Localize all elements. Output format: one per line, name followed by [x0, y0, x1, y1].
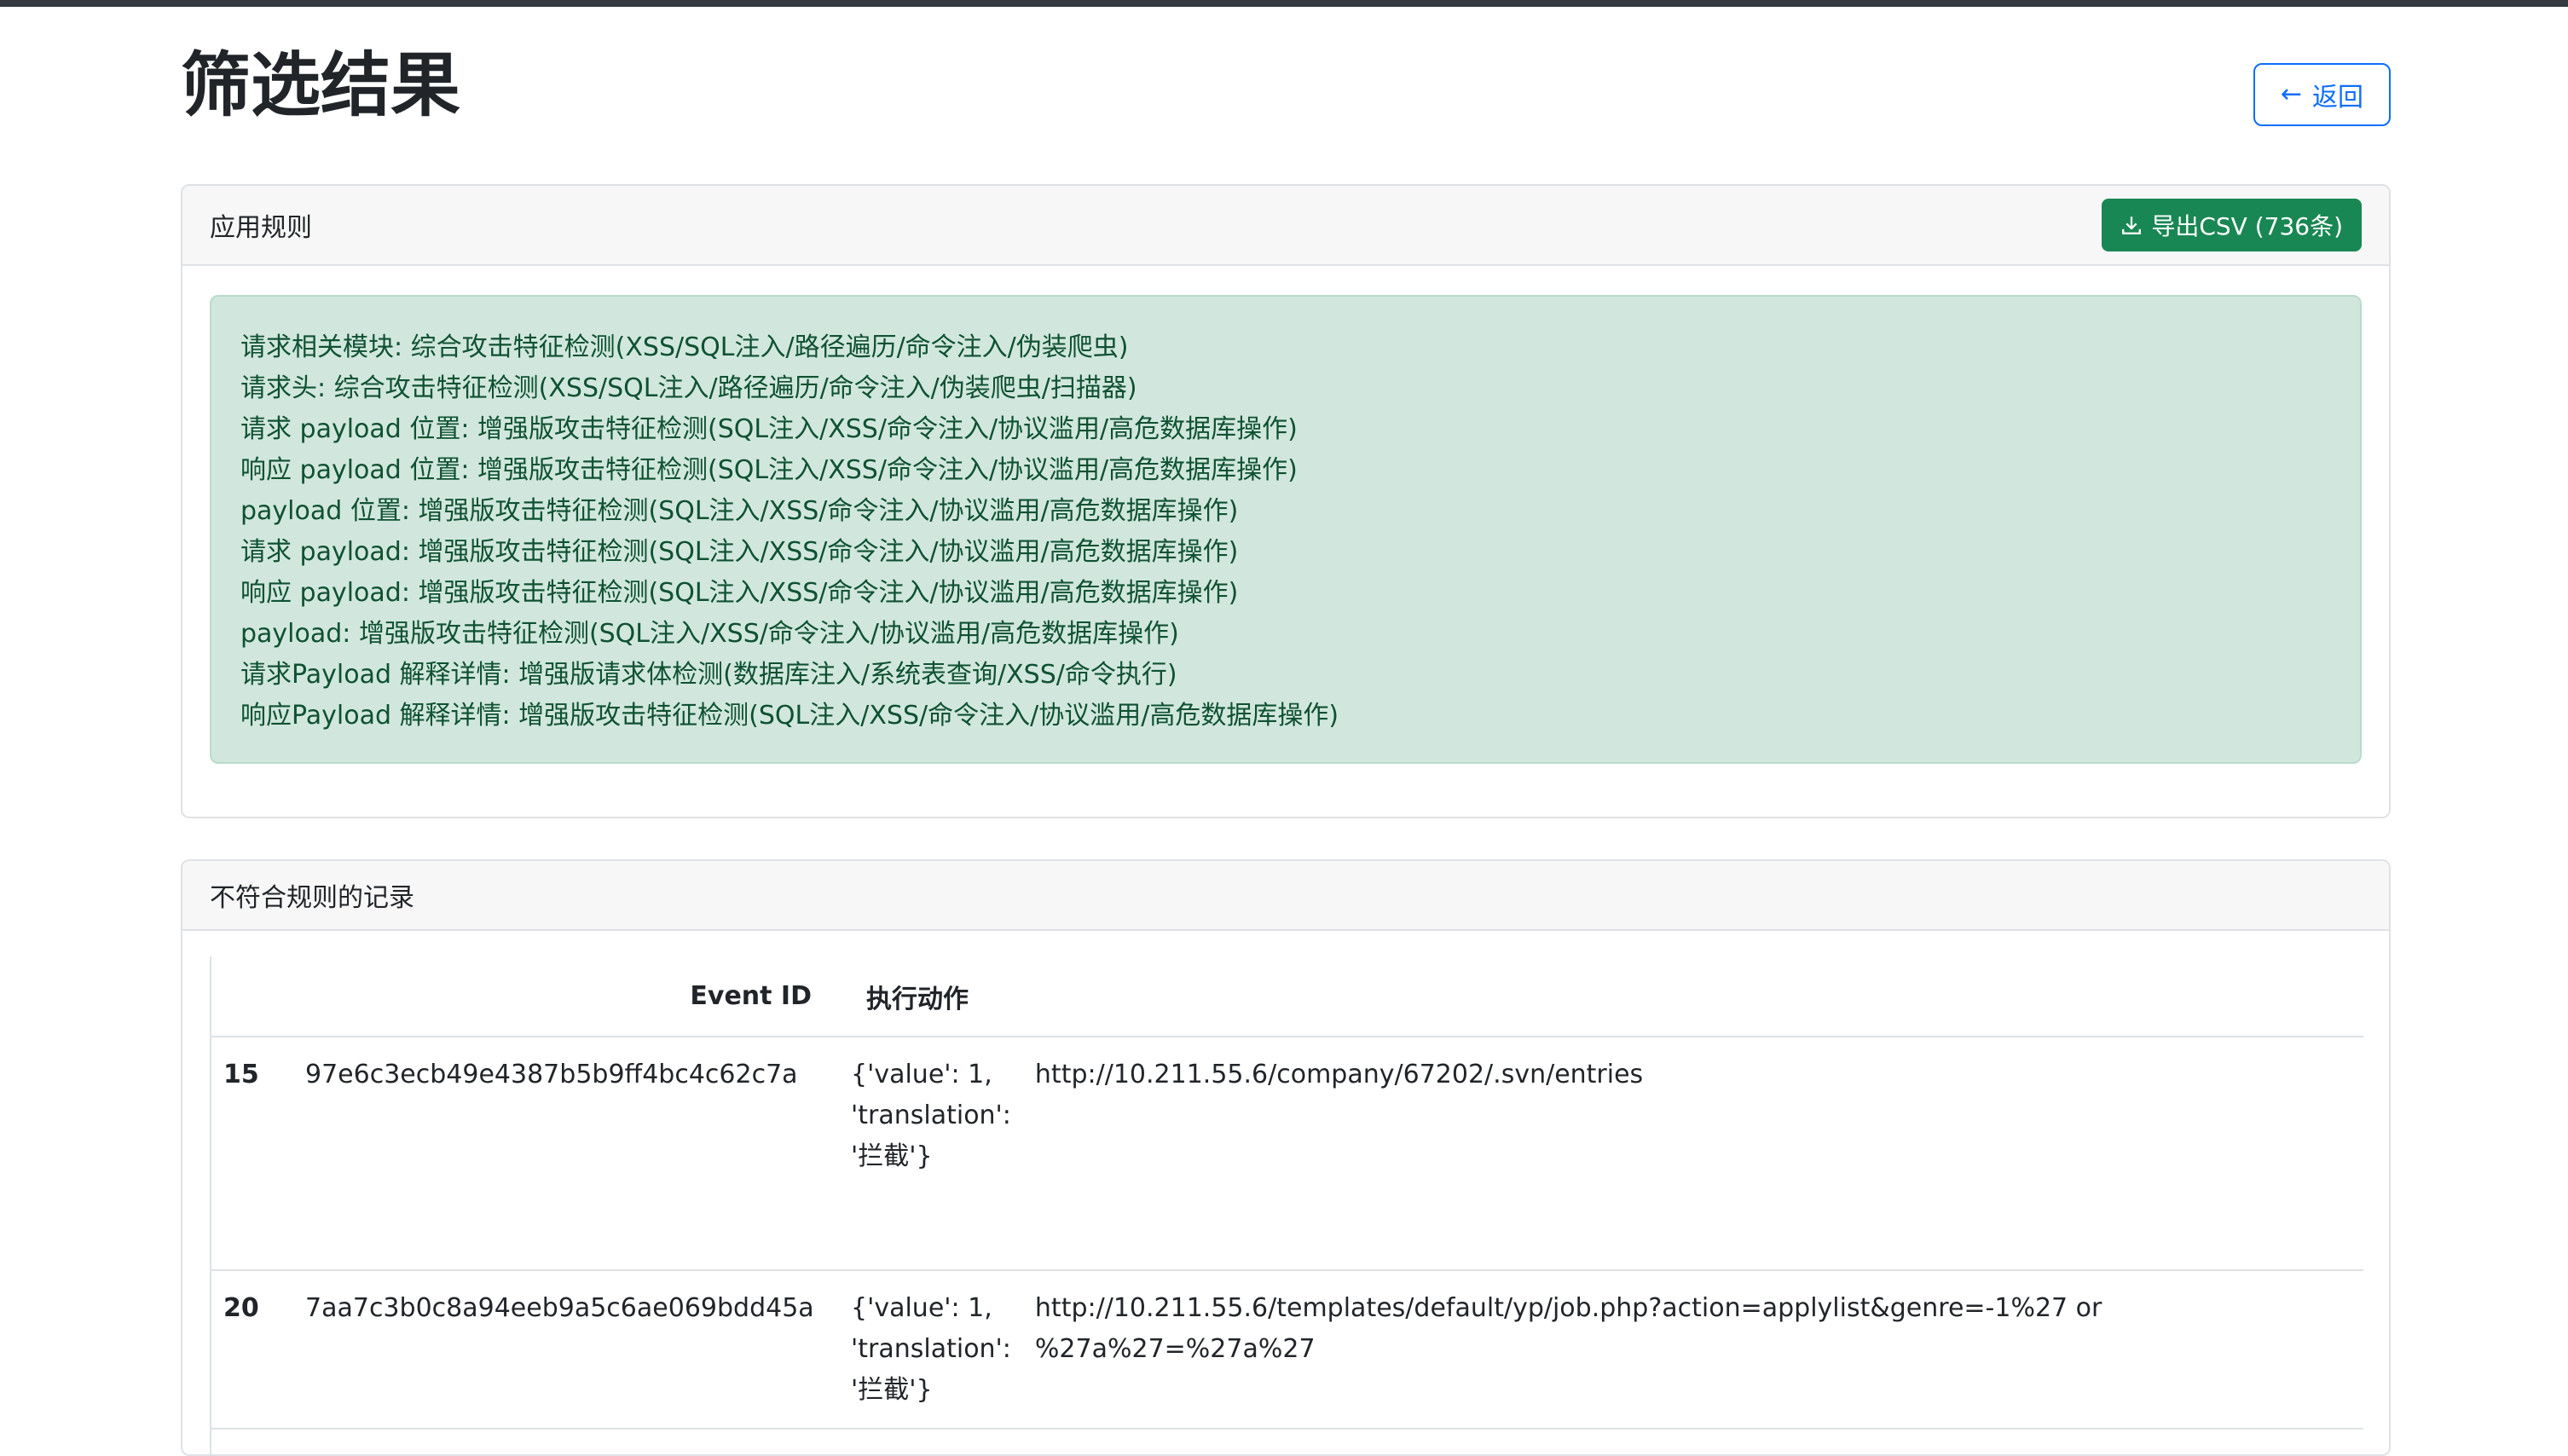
records-card: 不符合规则的记录 Event ID 执行动作 15 97e6c3ecb49e43… [181, 859, 2391, 1456]
table-row: 20 7aa7c3b0c8a94eeb9a5c6ae069bdd45a {'va… [211, 1270, 2363, 1430]
event-id-cell: 7aa7c3b0c8a94eeb9a5c6ae069bdd45a [293, 1270, 839, 1430]
rule-line: 请求Payload 解释详情: 增强版请求体检测(数据库注入/系统表查询/XSS… [240, 660, 1177, 690]
rule-line: 响应 payload 位置: 增强版攻击特征检测(SQL注入/XSS/命令注入/… [240, 455, 1298, 485]
action-line: 'translation': [851, 1101, 1011, 1130]
action-cell: {'value': 1, 'translation': '拦截'} [839, 1270, 1023, 1430]
records-card-header: 不符合规则的记录 [182, 861, 2389, 931]
action-line: 'translation': [851, 1334, 1011, 1364]
rule-line: 请求头: 综合攻击特征检测(XSS/SQL注入/路径遍历/命令注入/伪装爬虫/扫… [240, 373, 1137, 403]
rule-line: 响应Payload 解释详情: 增强版攻击特征检测(SQL注入/XSS/命令注入… [240, 701, 1339, 731]
back-button-label: 返回 [2312, 83, 2363, 113]
export-csv-button[interactable]: 导出CSV (736条) [2102, 199, 2362, 251]
rule-line: 请求 payload 位置: 增强版攻击特征检测(SQL注入/XSS/命令注入/… [240, 414, 1298, 444]
back-button[interactable]: ← 返回 [2253, 63, 2391, 126]
column-header-action[interactable]: 执行动作 [839, 956, 2363, 1037]
url-cell: http://10.211.55.6/templates/default/yp/… [1022, 1270, 2363, 1430]
table-header-row: Event ID 执行动作 [211, 956, 2363, 1037]
export-csv-label: 导出CSV (736条) [2151, 212, 2343, 240]
rule-line: 响应 payload: 增强版攻击特征检测(SQL注入/XSS/命令注入/协议滥… [240, 578, 1239, 608]
rule-line: 请求 payload: 增强版攻击特征检测(SQL注入/XSS/命令注入/协议滥… [240, 537, 1239, 567]
action-line: '拦截'} [851, 1375, 933, 1405]
rule-line: 请求相关模块: 综合攻击特征检测(XSS/SQL注入/路径遍历/命令注入/伪装爬… [240, 332, 1129, 362]
rule-line: payload: 增强版攻击特征检测(SQL注入/XSS/命令注入/协议滥用/高… [240, 619, 1179, 649]
column-header-event-id[interactable]: Event ID [293, 956, 839, 1037]
main-container: 筛选结果 ← 返回 应用规则 导出CSV (736条) 请求相关模块: 综合攻击… [181, 0, 2391, 1456]
download-icon [2120, 214, 2143, 236]
records-table: Event ID 执行动作 15 97e6c3ecb49e4387b5b9ff4… [211, 956, 2363, 1430]
action-line: '拦截'} [851, 1141, 933, 1171]
url-cell: http://10.211.55.6/company/67202/.svn/en… [1022, 1037, 2363, 1271]
row-index: 20 [211, 1270, 293, 1430]
event-id-cell: 97e6c3ecb49e4387b5b9ff4bc4c62c7a [293, 1037, 839, 1271]
page-header: 筛选结果 ← 返回 [181, 0, 2391, 174]
records-card-title: 不符合规则的记录 [210, 883, 414, 913]
column-header-index [211, 956, 293, 1037]
rules-card: 应用规则 导出CSV (736条) 请求相关模块: 综合攻击特征检测(XSS/S… [181, 184, 2391, 818]
action-line: {'value': 1, [851, 1293, 992, 1323]
records-table-wrapper[interactable]: Event ID 执行动作 15 97e6c3ecb49e4387b5b9ff4… [210, 956, 2363, 1454]
table-row: 15 97e6c3ecb49e4387b5b9ff4bc4c62c7a {'va… [211, 1037, 2363, 1271]
page-title: 筛选结果 [181, 45, 461, 126]
action-line: {'value': 1, [851, 1060, 992, 1089]
action-cell: {'value': 1, 'translation': '拦截'} [839, 1037, 1023, 1271]
rules-card-title: 应用规则 [210, 213, 312, 243]
rules-card-header: 应用规则 导出CSV (736条) [182, 186, 2389, 266]
arrow-left-icon: ← [2280, 79, 2302, 109]
rule-line: payload 位置: 增强版攻击特征检测(SQL注入/XSS/命令注入/协议滥… [240, 496, 1239, 526]
row-index: 15 [211, 1037, 293, 1271]
rules-alert: 请求相关模块: 综合攻击特征检测(XSS/SQL注入/路径遍历/命令注入/伪装爬… [210, 295, 2362, 764]
